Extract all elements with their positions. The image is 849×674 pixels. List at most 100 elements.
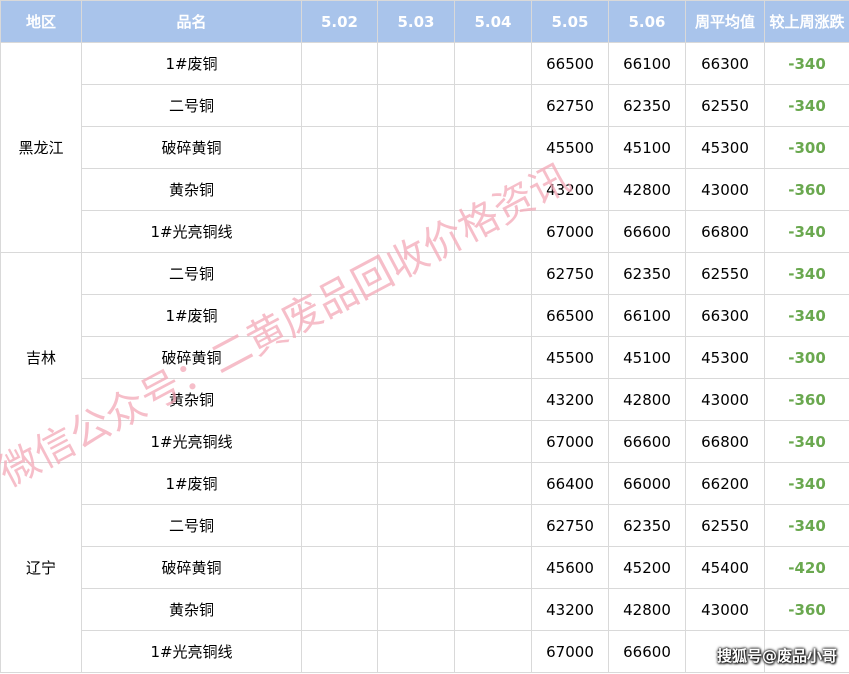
table-row: 1#光亮铜线 67000 66600 66800 -340 — [1, 420, 849, 463]
price-502 — [301, 378, 378, 421]
product-name: 二号铜 — [81, 252, 302, 295]
product-name: 黄杂铜 — [81, 378, 302, 421]
weekly-change: -340 — [764, 252, 849, 295]
price-503 — [377, 126, 455, 169]
price-505: 45600 — [531, 546, 609, 589]
price-504 — [454, 294, 532, 337]
price-505: 66500 — [531, 294, 609, 337]
price-506: 62350 — [608, 252, 686, 295]
table-row: 黄杂铜 43200 42800 43000 -360 — [1, 168, 849, 211]
table-row: 破碎黄铜 45500 45100 45300 -300 — [1, 126, 849, 169]
price-503 — [377, 294, 455, 337]
product-name: 破碎黄铜 — [81, 546, 302, 589]
price-506: 42800 — [608, 378, 686, 421]
price-table: 地区 品名 5.02 5.03 5.04 5.05 5.06 周平均值 较上周涨… — [0, 0, 849, 673]
price-504 — [454, 378, 532, 421]
weekly-change: -420 — [764, 546, 849, 589]
price-503 — [377, 588, 455, 631]
table-row: 黄杂铜 43200 42800 43000 -360 — [1, 588, 849, 631]
price-506: 62350 — [608, 84, 686, 127]
price-506: 66100 — [608, 42, 686, 85]
header-date-505: 5.05 — [531, 0, 609, 43]
weekly-change: -340 — [764, 462, 849, 505]
price-504 — [454, 126, 532, 169]
price-502 — [301, 168, 378, 211]
weekly-average: 66800 — [685, 420, 765, 463]
price-503 — [377, 168, 455, 211]
header-region: 地区 — [0, 0, 82, 43]
price-506: 66600 — [608, 210, 686, 253]
table-row: 破碎黄铜 45600 45200 45400 -420 — [1, 546, 849, 589]
price-502 — [301, 336, 378, 379]
price-504 — [454, 420, 532, 463]
price-505: 45500 — [531, 336, 609, 379]
product-name: 黄杂铜 — [81, 588, 302, 631]
price-505: 66400 — [531, 462, 609, 505]
weekly-average: 43000 — [685, 378, 765, 421]
weekly-average: 66300 — [685, 42, 765, 85]
weekly-average: 66200 — [685, 462, 765, 505]
price-502 — [301, 84, 378, 127]
price-504 — [454, 210, 532, 253]
region-cell: 吉林 — [0, 252, 82, 463]
price-504 — [454, 462, 532, 505]
price-505: 43200 — [531, 378, 609, 421]
weekly-change: -300 — [764, 126, 849, 169]
header-weekly-average: 周平均值 — [685, 0, 765, 43]
price-502 — [301, 252, 378, 295]
weekly-change: -300 — [764, 336, 849, 379]
weekly-change: -360 — [764, 588, 849, 631]
table-row: 1#光亮铜线 67000 66600 66800 -340 — [1, 210, 849, 253]
region-cell: 辽宁 — [0, 462, 82, 673]
price-502 — [301, 294, 378, 337]
source-credit: 搜狐号@废品小哥 — [716, 647, 837, 665]
price-505: 43200 — [531, 588, 609, 631]
price-505: 45500 — [531, 126, 609, 169]
price-505: 67000 — [531, 210, 609, 253]
price-503 — [377, 546, 455, 589]
price-503 — [377, 252, 455, 295]
table-row: 二号铜 62750 62350 62550 -340 — [1, 84, 849, 127]
table-row: 黑龙江 1#废铜 66500 66100 66300 -340 — [0, 42, 849, 253]
product-name: 破碎黄铜 — [81, 126, 302, 169]
price-504 — [454, 168, 532, 211]
price-503 — [377, 420, 455, 463]
product-name: 1#废铜 — [81, 294, 302, 337]
price-506: 45200 — [608, 546, 686, 589]
table-row: 二号铜 62750 62350 62550 -340 — [1, 504, 849, 547]
product-name: 二号铜 — [81, 504, 302, 547]
product-name: 1#废铜 — [81, 42, 302, 85]
weekly-change: -360 — [764, 378, 849, 421]
price-504 — [454, 336, 532, 379]
weekly-change: -360 — [764, 168, 849, 211]
price-503 — [377, 630, 455, 673]
price-502 — [301, 588, 378, 631]
header-product: 品名 — [81, 0, 302, 43]
price-503 — [377, 504, 455, 547]
price-502 — [301, 504, 378, 547]
price-502 — [301, 420, 378, 463]
price-505: 67000 — [531, 630, 609, 673]
header-date-504: 5.04 — [454, 0, 532, 43]
weekly-average: 62550 — [685, 504, 765, 547]
weekly-average: 43000 — [685, 168, 765, 211]
price-504 — [454, 504, 532, 547]
table-row: 辽宁 1#废铜 66400 66000 66200 -340 — [0, 462, 849, 673]
price-506: 66600 — [608, 630, 686, 673]
price-505: 62750 — [531, 252, 609, 295]
weekly-average: 62550 — [685, 84, 765, 127]
weekly-change: -340 — [764, 210, 849, 253]
price-506: 66000 — [608, 462, 686, 505]
weekly-average: 66800 — [685, 210, 765, 253]
price-503 — [377, 42, 455, 85]
price-506: 45100 — [608, 336, 686, 379]
price-506: 42800 — [608, 588, 686, 631]
weekly-change: -340 — [764, 294, 849, 337]
header-date-503: 5.03 — [377, 0, 455, 43]
weekly-change: -340 — [764, 504, 849, 547]
weekly-change: -340 — [764, 42, 849, 85]
product-name: 1#废铜 — [81, 462, 302, 505]
price-506: 62350 — [608, 504, 686, 547]
header-row: 地区 品名 5.02 5.03 5.04 5.05 5.06 周平均值 较上周涨… — [0, 0, 849, 43]
price-506: 66600 — [608, 420, 686, 463]
